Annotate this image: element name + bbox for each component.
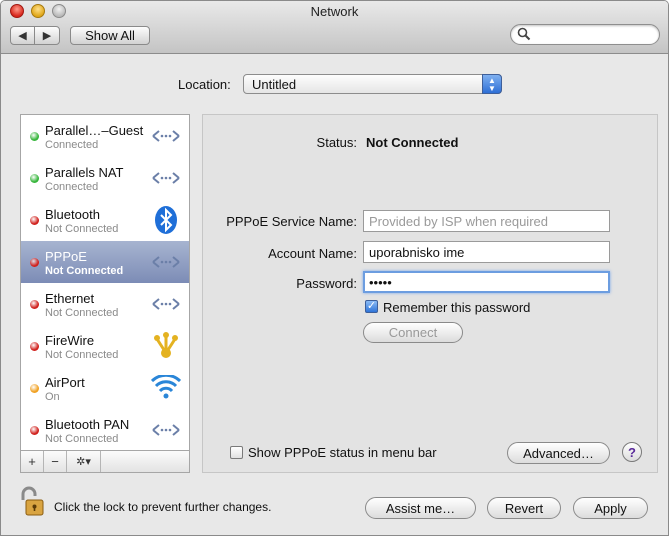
forward-arrow-icon: ▶ bbox=[42, 30, 52, 42]
status-dot-icon bbox=[30, 300, 39, 309]
airport-wifi-icon bbox=[151, 374, 181, 402]
status-dot-icon bbox=[30, 426, 39, 435]
remove-service-button[interactable]: − bbox=[44, 451, 67, 472]
ethernet-arrows-icon bbox=[151, 164, 181, 192]
service-name: AirPort bbox=[45, 375, 85, 390]
service-item[interactable]: AirPort On bbox=[21, 367, 189, 409]
service-status: Not Connected bbox=[45, 349, 119, 361]
ethernet-arrows-icon bbox=[151, 290, 181, 318]
search-field[interactable] bbox=[510, 24, 660, 45]
location-value: Untitled bbox=[252, 77, 297, 92]
forward-button[interactable]: ▶ bbox=[34, 26, 60, 45]
service-name: Bluetooth bbox=[45, 207, 100, 222]
service-item[interactable]: FireWire Not Connected bbox=[21, 325, 189, 367]
service-name: Bluetooth PAN bbox=[45, 417, 130, 432]
help-button[interactable]: ? bbox=[622, 442, 642, 462]
remember-password-label: Remember this password bbox=[383, 300, 531, 315]
service-name-label: PPPoE Service Name: bbox=[226, 214, 357, 229]
account-name-field[interactable]: uporabnisko ime bbox=[363, 241, 610, 263]
assist-me-button[interactable]: Assist me… bbox=[365, 497, 476, 519]
location-label: Location: bbox=[178, 77, 231, 92]
status-label: Status: bbox=[316, 135, 357, 150]
back-arrow-icon: ◀ bbox=[18, 30, 27, 42]
status-dot-icon bbox=[30, 258, 39, 267]
connect-button[interactable]: Connect bbox=[363, 322, 463, 343]
status-dot-icon bbox=[30, 216, 39, 225]
service-item[interactable]: Parallels NAT Connected bbox=[21, 157, 189, 199]
advanced-button[interactable]: Advanced… bbox=[507, 442, 610, 464]
service-status: Not Connected bbox=[45, 307, 119, 319]
apply-button[interactable]: Apply bbox=[573, 497, 648, 519]
service-name: Parallels NAT bbox=[45, 165, 124, 180]
service-name: Parallel…–Guest bbox=[45, 123, 144, 138]
service-name: PPPoE bbox=[45, 249, 87, 264]
action-menu-button[interactable]: ✲▾ bbox=[67, 451, 101, 472]
service-name: Ethernet bbox=[45, 291, 95, 306]
service-status: Not Connected bbox=[45, 265, 124, 277]
account-name-label: Account Name: bbox=[268, 246, 357, 261]
ethernet-arrows-icon bbox=[151, 416, 181, 444]
show-status-menubar-label: Show PPPoE status in menu bar bbox=[248, 445, 437, 460]
show-all-button[interactable]: Show All bbox=[70, 26, 150, 45]
search-icon bbox=[517, 27, 531, 41]
location-popup[interactable]: Untitled ▲ ▼ bbox=[243, 74, 502, 94]
service-item[interactable]: Bluetooth PAN Not Connected bbox=[21, 409, 189, 451]
service-name-field[interactable]: Provided by ISP when required bbox=[363, 210, 610, 232]
service-detail-panel: Status: Not Connected PPPoE Service Name… bbox=[202, 114, 658, 473]
status-value: Not Connected bbox=[366, 135, 459, 150]
status-dot-icon bbox=[30, 174, 39, 183]
password-label: Password: bbox=[296, 276, 357, 291]
service-status: Not Connected bbox=[45, 433, 119, 445]
password-field[interactable]: ••••• bbox=[363, 271, 610, 293]
status-dot-icon bbox=[30, 132, 39, 141]
popup-arrows-icon: ▲ ▼ bbox=[482, 74, 502, 94]
status-dot-icon bbox=[30, 384, 39, 393]
service-name: FireWire bbox=[45, 333, 95, 348]
service-status: On bbox=[45, 391, 60, 403]
show-status-menubar-checkbox[interactable] bbox=[230, 446, 243, 459]
network-preferences-window: Network ◀ ▶ Show All Location: Untitled … bbox=[0, 0, 669, 536]
status-dot-icon bbox=[30, 342, 39, 351]
title-bar: Network ◀ ▶ Show All bbox=[1, 1, 668, 54]
firewire-icon bbox=[151, 332, 181, 360]
gear-icon: ✲▾ bbox=[76, 456, 91, 468]
lock-hint-text: Click the lock to prevent further change… bbox=[54, 500, 272, 514]
revert-button[interactable]: Revert bbox=[487, 497, 561, 519]
back-button[interactable]: ◀ bbox=[10, 26, 35, 45]
lock-icon[interactable] bbox=[20, 486, 46, 518]
service-status: Connected bbox=[45, 181, 99, 193]
window-title: Network bbox=[310, 4, 359, 19]
service-list-toolbar: + − ✲▾ bbox=[20, 451, 190, 473]
remember-password-checkbox[interactable]: ✓ bbox=[365, 300, 378, 313]
service-status: Not Connected bbox=[45, 223, 119, 235]
service-status: Connected bbox=[45, 139, 99, 151]
add-service-button[interactable]: + bbox=[21, 451, 44, 472]
